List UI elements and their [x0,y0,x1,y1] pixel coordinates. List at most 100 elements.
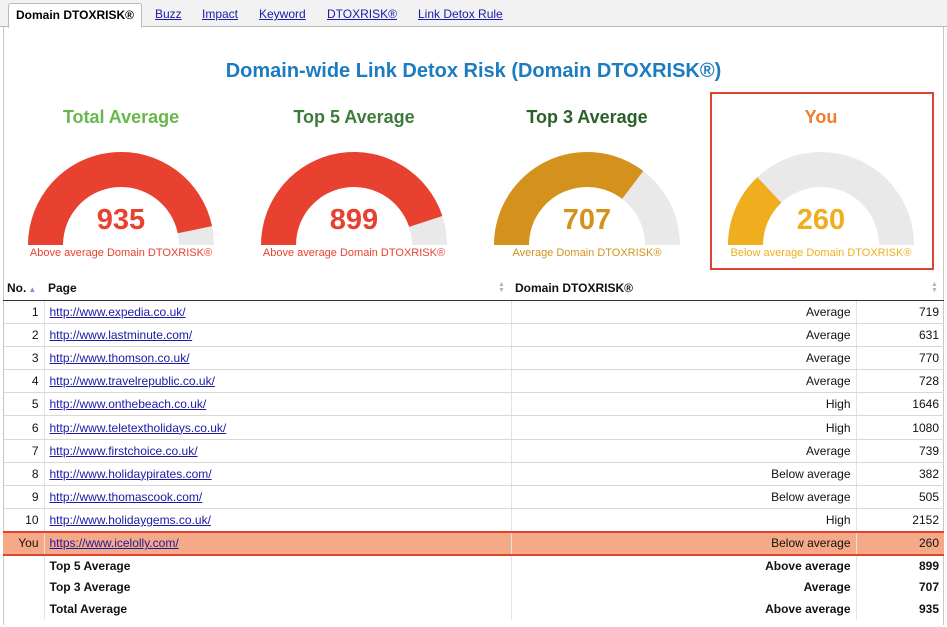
page-link[interactable]: http://www.travelrepublic.co.uk/ [50,374,215,388]
risk-score: 1646 [855,392,944,417]
gauge-caption: Above average Domain DTOXRISK® [262,247,446,259]
page-link[interactable]: http://www.holidaypirates.com/ [50,467,212,481]
column-header-no[interactable]: No. ▲ [3,277,44,301]
summary-score: 935 [855,598,944,620]
tab-domain-dtoxrisk[interactable]: Domain DTOXRISK® [8,3,142,28]
table-row: 6 http://www.teletextholidays.co.uk/ Hig… [3,415,944,440]
column-header-no-label: No. [7,281,27,296]
page-cell: http://www.thomascook.com/ [43,485,511,510]
risk-score: 770 [855,346,944,371]
page-link[interactable]: http://www.thomson.co.uk/ [50,351,190,365]
row-number: 3 [3,346,44,371]
page-link[interactable]: http://www.expedia.co.uk/ [50,305,186,319]
tab-bar: Domain DTOXRISK® Buzz Impact Keyword DTO… [0,0,947,28]
page-link[interactable]: http://www.onthebeach.co.uk/ [50,397,207,411]
page-cell: http://www.holidaypirates.com/ [43,462,511,487]
column-header-score[interactable]: ▲ ▼ [856,277,944,301]
gauge-top3-average: Top 3 Average 707 Average Domain DTOXRIS… [470,97,704,267]
row-number: 10 [3,508,44,533]
row-number: 6 [3,415,44,440]
table-row: 1 http://www.expedia.co.uk/ Average 719 [3,300,944,324]
table-header-row: No. ▲ Page ▲ ▼ Domain DTOXRISK® ▲ ▼ [3,277,944,301]
table-row: 8 http://www.holidaypirates.com/ Below a… [3,462,944,487]
page-cell: http://www.thomson.co.uk/ [43,346,511,371]
table-row: 3 http://www.thomson.co.uk/ Average 770 [3,346,944,371]
risk-score: 728 [855,369,944,394]
page-link[interactable]: http://www.firstchoice.co.uk/ [50,444,198,458]
gauge-total-average: Total Average 935 Above average Domain D… [4,97,238,267]
gauge-value: 935 [96,204,146,236]
risk-level: High [510,392,856,417]
tab-link-detox-rule[interactable]: Link Detox Rule [418,7,503,21]
gauge-caption: Above average Domain DTOXRISK® [29,247,213,259]
column-header-risk[interactable]: Domain DTOXRISK® [511,277,856,301]
table-row-you: You https://www.icelolly.com/ Below aver… [3,530,944,557]
summary-row: Top 3 Average Average 707 [3,576,944,599]
row-number: 9 [3,485,44,510]
tab-impact[interactable]: Impact [202,7,238,21]
table-row: 4 http://www.travelrepublic.co.uk/ Avera… [3,369,944,394]
risk-score: 260 [855,530,944,557]
summary-score: 707 [855,576,944,599]
page-link[interactable]: https://www.icelolly.com/ [50,536,179,550]
row-number: 2 [3,323,44,347]
you-highlight-box [710,92,934,270]
domain-risk-table: No. ▲ Page ▲ ▼ Domain DTOXRISK® ▲ ▼ 1 http:/… [3,277,944,620]
summary-row: Top 5 Average Above average 899 [3,555,944,577]
summary-level: Above average [510,598,856,620]
table-row: 2 http://www.lastminute.com/ Average 631 [3,323,944,347]
row-number: You [3,530,44,557]
page-cell: http://www.travelrepublic.co.uk/ [43,369,511,394]
column-header-page-label: Page [48,281,77,296]
summary-level: Average [510,576,856,599]
table-row: 10 http://www.holidaygems.co.uk/ High 21… [3,508,944,533]
column-header-page[interactable]: Page ▲ ▼ [44,277,511,301]
risk-level: Below average [510,530,856,557]
gauge-top5-average: Top 5 Average 899 Above average Domain D… [237,97,471,267]
risk-score: 631 [855,323,944,347]
gauge-caption: Average Domain DTOXRISK® [512,247,662,259]
page-link[interactable]: http://www.thomascook.com/ [50,490,203,504]
page-title: Domain-wide Link Detox Risk (Domain DTOX… [225,60,722,82]
page-cell: http://www.onthebeach.co.uk/ [43,392,511,417]
page-cell: https://www.icelolly.com/ [43,530,511,557]
summary-level: Above average [510,555,856,577]
page-cell: http://www.lastminute.com/ [43,323,511,347]
column-header-risk-label: Domain DTOXRISK® [515,281,633,296]
risk-score: 505 [855,485,944,510]
sort-icon: ▲ ▼ [931,281,938,294]
table-row: 5 http://www.onthebeach.co.uk/ High 1646 [3,392,944,417]
page-link[interactable]: http://www.holidaygems.co.uk/ [50,513,211,527]
risk-score: 2152 [855,508,944,533]
risk-level: High [510,508,856,533]
row-number: 8 [3,462,44,487]
risk-level: Below average [510,462,856,487]
page-cell: http://www.expedia.co.uk/ [43,300,511,324]
risk-level: Below average [510,485,856,510]
gauge-title: Top 5 Average [293,107,415,127]
summary-label: Top 3 Average [43,576,511,599]
risk-level: Average [510,323,856,347]
summary-score: 899 [855,555,944,577]
gauge-value: 899 [329,204,379,236]
risk-level: Average [510,300,856,324]
tab-keyword[interactable]: Keyword [259,7,306,21]
page-cell: http://www.holidaygems.co.uk/ [43,508,511,533]
page-link[interactable]: http://www.lastminute.com/ [50,328,193,342]
page-link[interactable]: http://www.teletextholidays.co.uk/ [50,421,227,435]
tab-dtoxrisk[interactable]: DTOXRISK® [327,7,397,21]
table-row: 9 http://www.thomascook.com/ Below avera… [3,485,944,510]
tab-buzz[interactable]: Buzz [155,7,182,21]
summary-label: Total Average [43,598,511,620]
risk-score: 719 [855,300,944,324]
page-cell: http://www.firstchoice.co.uk/ [43,439,511,463]
row-number: 1 [3,300,44,324]
risk-score: 382 [855,462,944,487]
table-row: 7 http://www.firstchoice.co.uk/ Average … [3,439,944,463]
risk-level: Average [510,439,856,463]
gauge-title: Total Average [62,107,180,127]
risk-level: Average [510,369,856,394]
gauge-title: Top 3 Average [526,107,648,127]
sort-icon: ▲ ▼ [498,281,505,294]
summary-label: Top 5 Average [43,555,511,577]
